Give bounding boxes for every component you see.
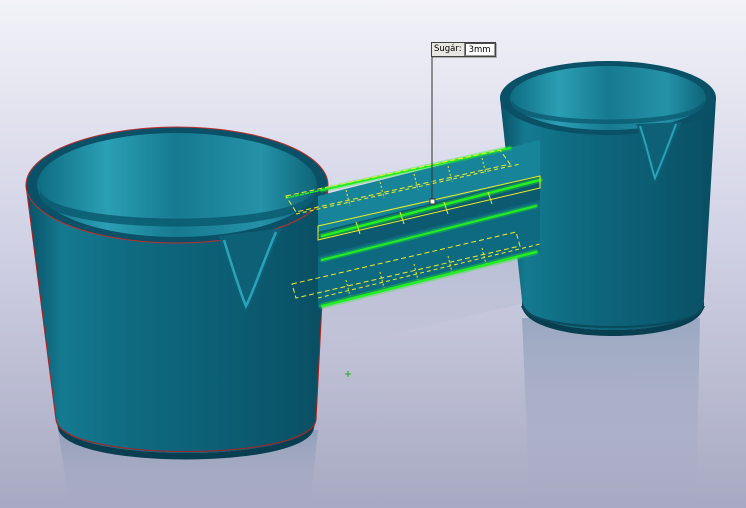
radius-callout[interactable]: Sugár: 3mm — [431, 42, 496, 57]
radius-value-field[interactable]: 3mm — [464, 43, 495, 56]
3d-scene[interactable] — [0, 0, 746, 508]
leader-handle[interactable] — [429, 198, 436, 205]
graphics-viewport[interactable]: Sugár: 3mm — [0, 0, 746, 508]
left-cup[interactable] — [25, 126, 329, 460]
radius-label: Sugár: — [432, 43, 465, 56]
